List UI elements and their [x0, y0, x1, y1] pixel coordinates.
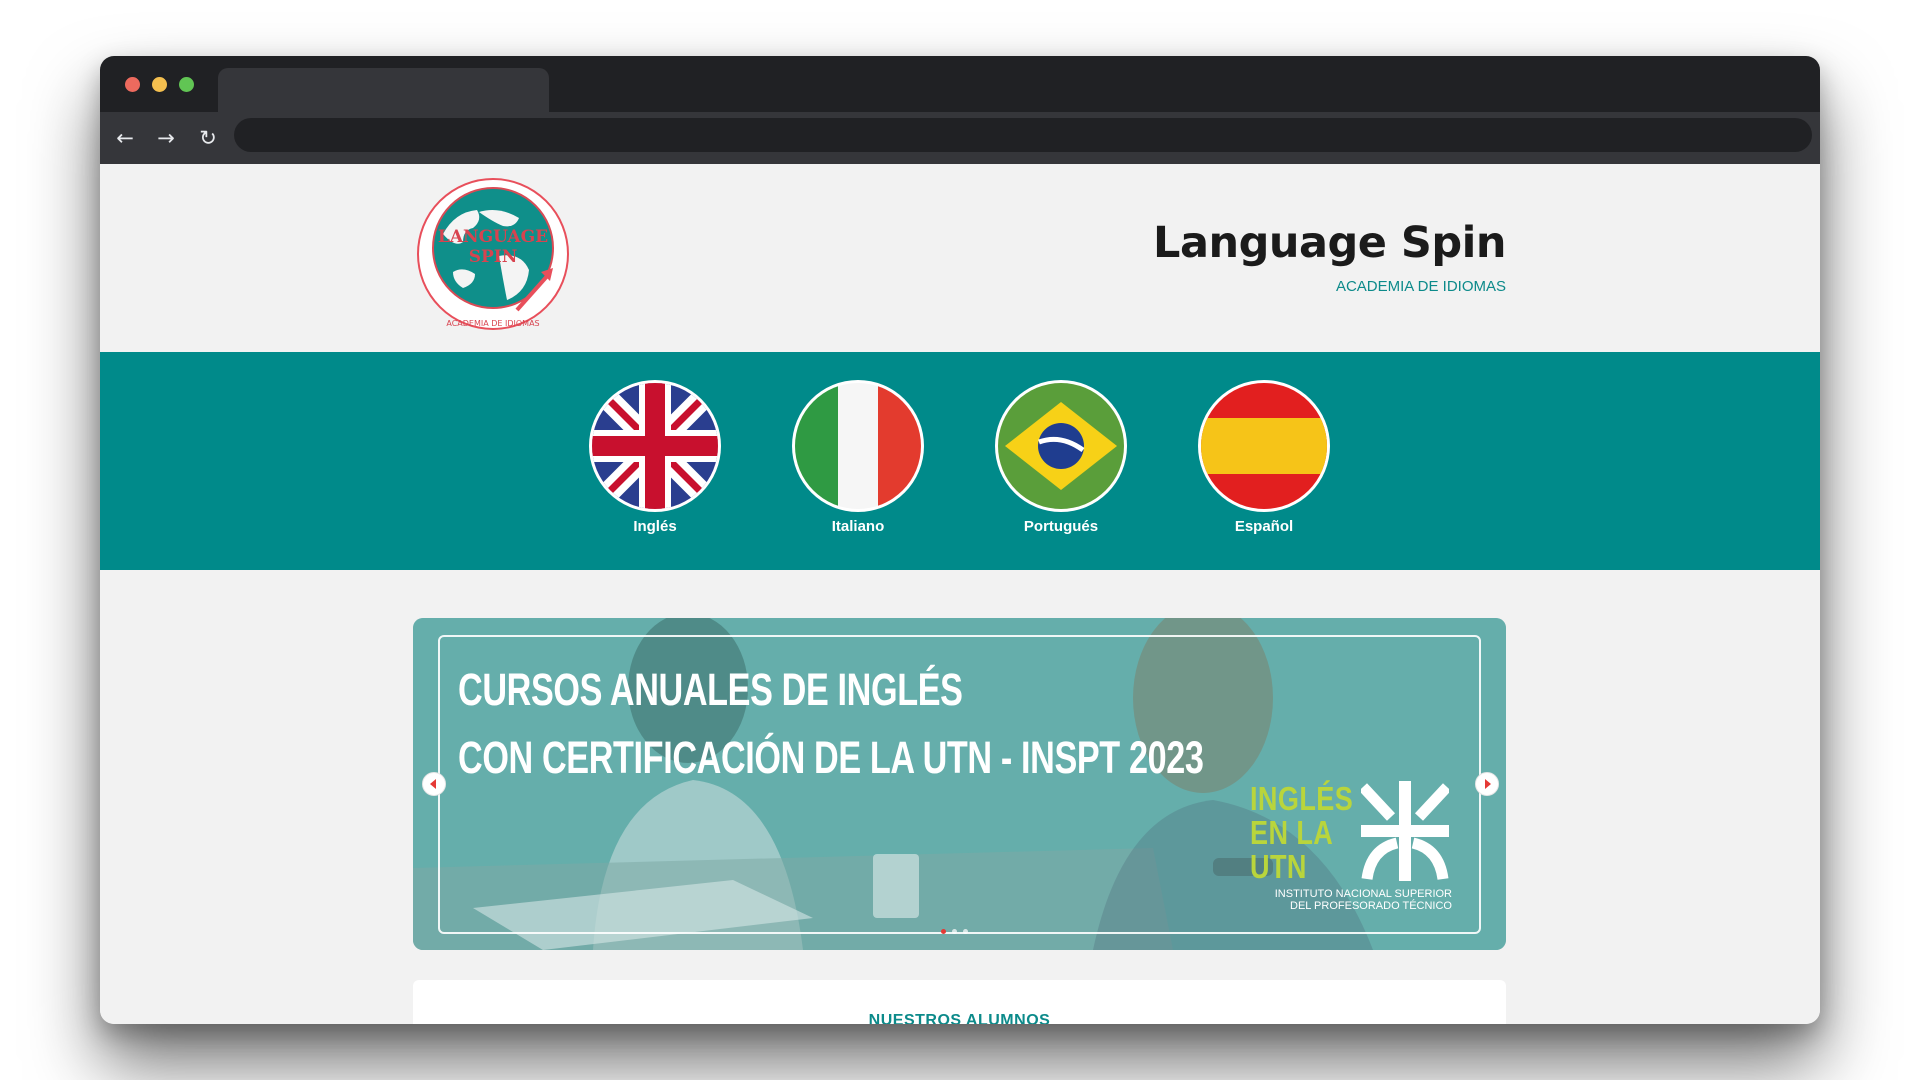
- logo-ring-text: ACADEMIA DE IDIOMAS: [446, 319, 539, 328]
- carousel-prev-button[interactable]: [422, 772, 446, 796]
- site-title: Language Spin: [1153, 218, 1506, 268]
- reload-icon[interactable]: ↻: [194, 124, 222, 152]
- students-section-title: NUESTROS ALUMNOS: [868, 1012, 1051, 1024]
- language-option-espanol[interactable]: Español: [1189, 380, 1339, 535]
- logo-text-line2: SPIN: [469, 247, 518, 267]
- language-selector-band: Inglés Italiano Portugués Español: [100, 352, 1820, 570]
- language-label-portugues: Portugués: [1023, 518, 1099, 535]
- back-arrow-icon[interactable]: ←: [111, 124, 139, 152]
- language-label-espanol: Español: [1234, 518, 1294, 535]
- spain-flag-icon: [1198, 380, 1330, 512]
- site-header: LANGUAGE SPIN ACADEMIA DE IDIOMAS Langua…: [100, 164, 1820, 352]
- forward-arrow-icon[interactable]: →: [152, 124, 180, 152]
- utn-badge-line1: INGLÉS: [1250, 780, 1354, 817]
- course-banner-carousel[interactable]: CURSOS ANUALES DE INGLÉS CON CERTIFICACI…: [413, 618, 1506, 950]
- utn-emblem-icon: [1361, 781, 1449, 881]
- address-bar[interactable]: [234, 118, 1812, 152]
- language-spin-logo[interactable]: LANGUAGE SPIN ACADEMIA DE IDIOMAS: [413, 176, 573, 336]
- uk-flag-icon: [589, 380, 721, 512]
- carousel-dot-2[interactable]: [952, 929, 957, 934]
- chevron-left-icon: [430, 779, 436, 789]
- page-content: LANGUAGE SPIN ACADEMIA DE IDIOMAS Langua…: [100, 164, 1820, 1024]
- italy-flag-icon: [792, 380, 924, 512]
- logo-text-line1: LANGUAGE: [438, 227, 548, 247]
- students-section: NUESTROS ALUMNOS: [413, 980, 1506, 1024]
- language-option-portugues[interactable]: Portugués: [986, 380, 1136, 535]
- banner-headline-line1: CURSOS ANUALES DE INGLÉS: [458, 664, 963, 715]
- institute-name-line2: DEL PROFESORADO TÉCNICO: [1290, 900, 1452, 912]
- minimize-window-button[interactable]: [152, 77, 167, 92]
- carousel-dot-3[interactable]: [963, 929, 968, 934]
- maximize-window-button[interactable]: [179, 77, 194, 92]
- chevron-right-icon: [1485, 779, 1491, 789]
- language-option-ingles[interactable]: Inglés: [580, 380, 730, 535]
- language-option-italiano[interactable]: Italiano: [783, 380, 933, 535]
- browser-titlebar: [100, 56, 1820, 112]
- carousel-indicators: [941, 929, 981, 935]
- utn-badge-line2: EN LA: [1250, 814, 1334, 851]
- browser-window: ← → ↻ LANGUAGE SPIN ACADEMIA DE IDIOMAS …: [100, 56, 1820, 1024]
- institute-name-line1: INSTITUTO NACIONAL SUPERIOR: [1274, 888, 1452, 900]
- banner-headline-line2: CON CERTIFICACIÓN DE LA UTN - INSPT 2023: [458, 732, 1204, 783]
- carousel-next-button[interactable]: [1475, 772, 1499, 796]
- site-subtitle: ACADEMIA DE IDIOMAS: [1335, 278, 1506, 295]
- browser-tab[interactable]: [218, 68, 549, 112]
- close-window-button[interactable]: [125, 77, 140, 92]
- language-label-ingles: Inglés: [633, 518, 677, 535]
- brazil-flag-icon: [995, 380, 1127, 512]
- language-label-italiano: Italiano: [831, 518, 885, 535]
- utn-badge-line3: UTN: [1250, 848, 1307, 885]
- carousel-dot-1[interactable]: [941, 929, 946, 934]
